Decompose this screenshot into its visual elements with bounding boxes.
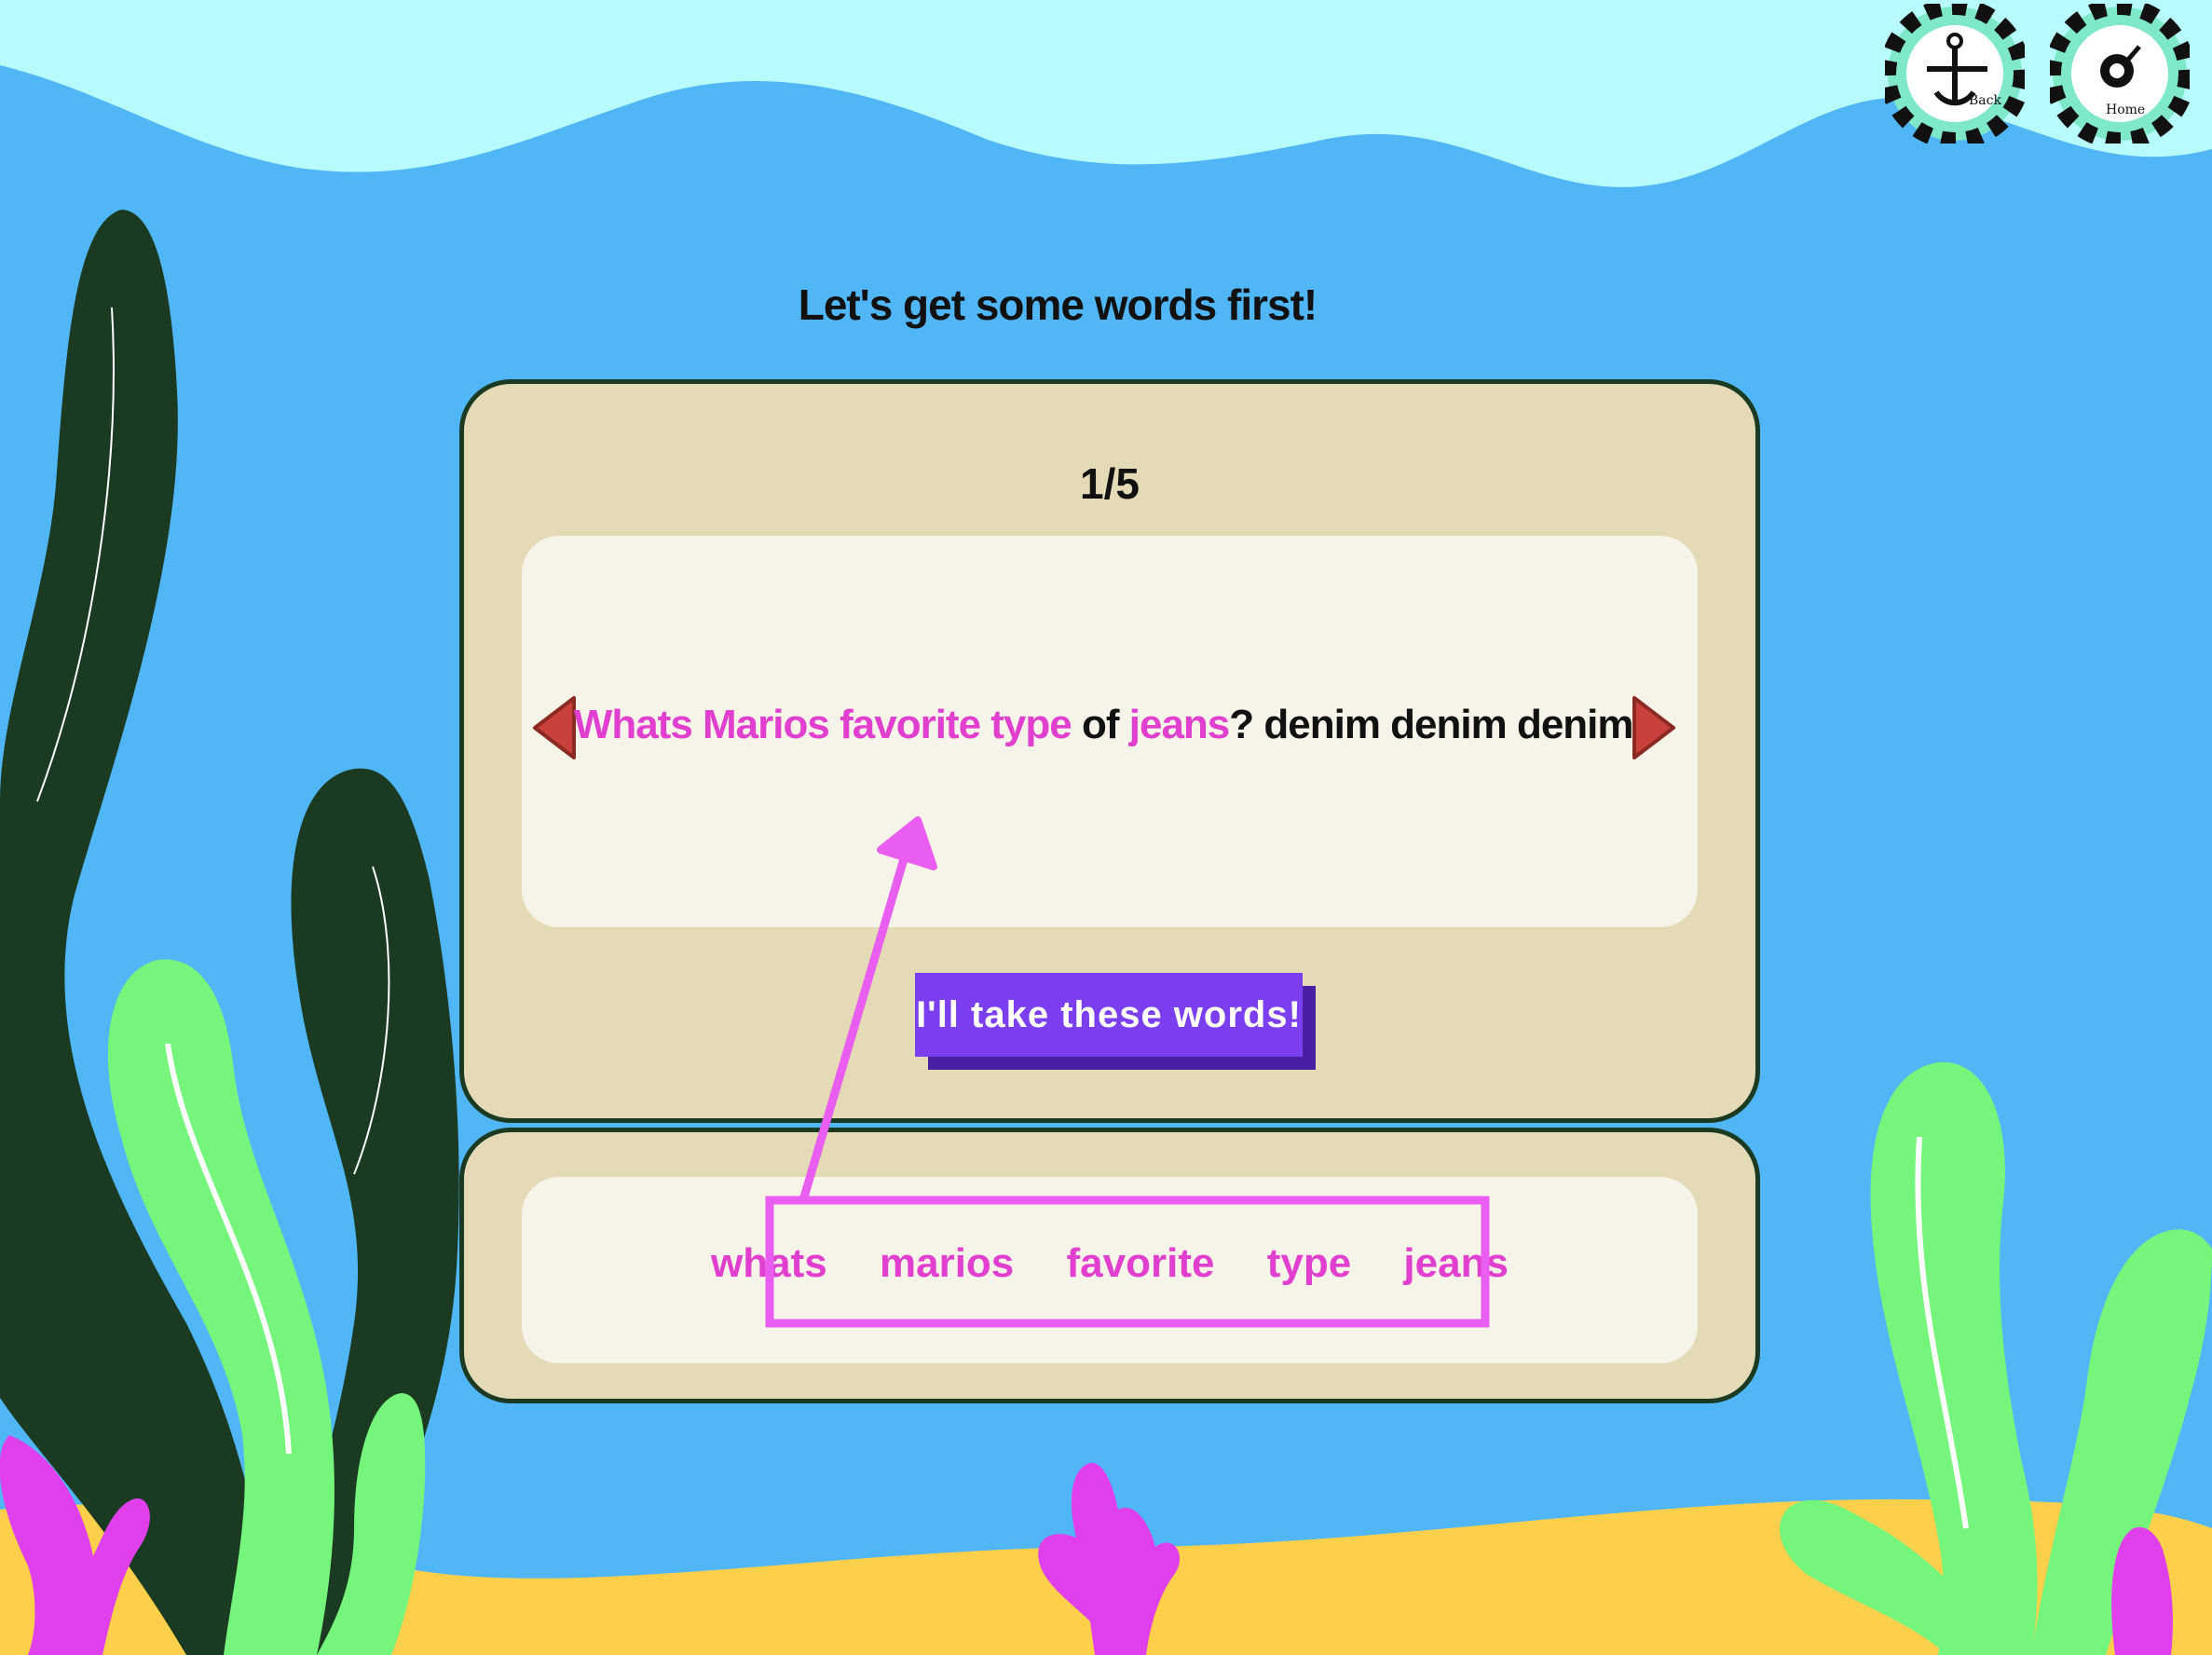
sentence-panel: Whats Marios favorite type of jeans? den… xyxy=(522,536,1698,927)
sentence-text-plain: ? denim denim denim! xyxy=(1229,702,1646,747)
word-bank-list: whats marios favorite type jeans xyxy=(522,1240,1698,1287)
word-chip[interactable]: marios xyxy=(880,1240,1014,1286)
sentence-word: type xyxy=(990,702,1072,747)
anchor-icon: Back xyxy=(1879,0,2030,149)
word-chip[interactable]: jeans xyxy=(1403,1240,1509,1286)
sentence-word: favorite xyxy=(840,702,981,747)
word-chip[interactable]: whats xyxy=(711,1240,827,1286)
sentence-space xyxy=(829,702,840,747)
home-icon: Home xyxy=(2044,0,2195,149)
back-button[interactable]: Back xyxy=(1879,0,2030,149)
word-bank-panel: whats marios favorite type jeans xyxy=(522,1177,1698,1363)
triangle-right-icon xyxy=(1632,696,1675,759)
word-bank-card: whats marios favorite type jeans xyxy=(459,1128,1760,1403)
next-arrow-button[interactable] xyxy=(1631,694,1677,761)
sentence-word: Whats xyxy=(573,702,693,747)
home-button[interactable]: Home xyxy=(2044,0,2195,149)
sentence-text-plain: of xyxy=(1071,702,1129,747)
sentence-card: 1/5 Whats Marios favorite type of jeans?… xyxy=(459,379,1760,1123)
svg-text:Home: Home xyxy=(2106,103,2145,117)
sentence-space xyxy=(692,702,703,747)
sentence-word: Marios xyxy=(703,702,830,747)
sentence-space xyxy=(980,702,990,747)
svg-text:Back: Back xyxy=(1969,93,2001,108)
take-words-button[interactable]: I'll take these words! xyxy=(915,973,1303,1057)
sentence-text: Whats Marios favorite type of jeans? den… xyxy=(522,702,1698,748)
page-title: Let's get some words first! xyxy=(798,280,1318,329)
word-chip[interactable]: type xyxy=(1267,1240,1351,1286)
progress-counter: 1/5 xyxy=(1080,459,1140,508)
word-chip[interactable]: favorite xyxy=(1067,1240,1215,1286)
sentence-word: jeans xyxy=(1128,702,1231,747)
